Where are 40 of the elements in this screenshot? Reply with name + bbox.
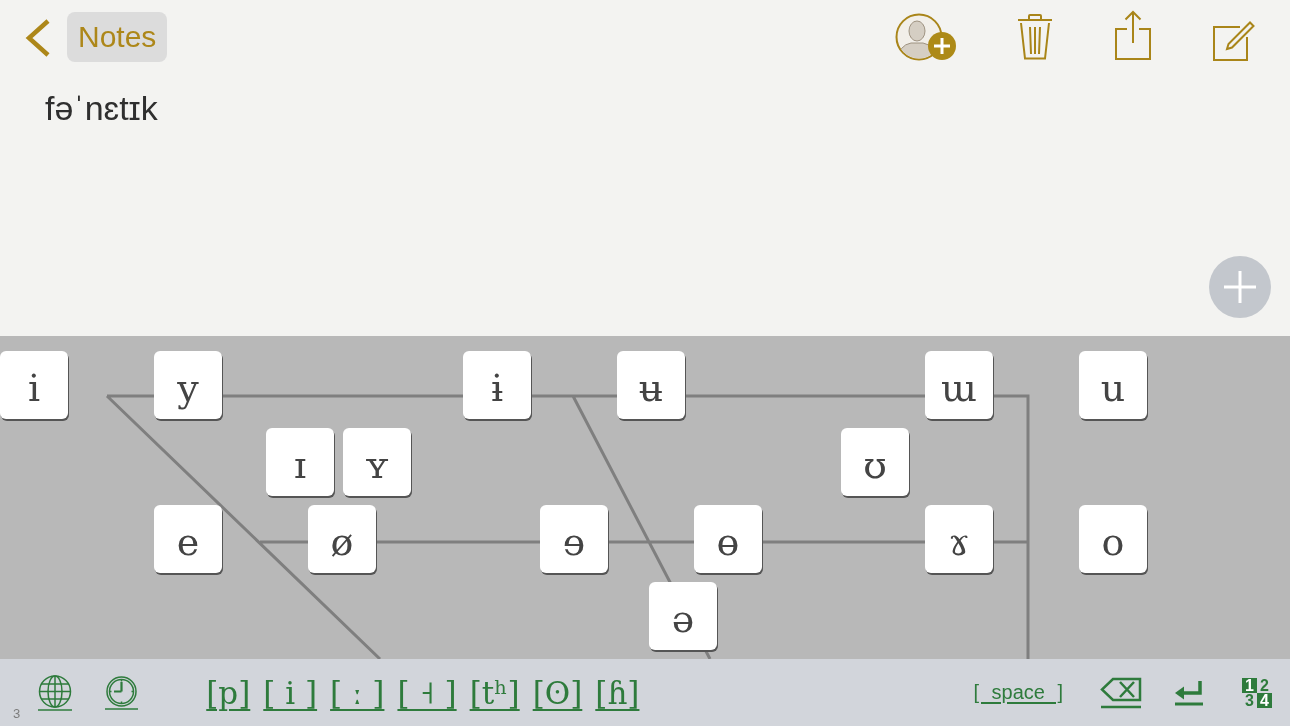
share-icon[interactable] — [1115, 9, 1151, 60]
number-label: 3 — [13, 706, 21, 721]
vowel-key[interactable]: ø — [308, 505, 376, 573]
key-digit: 4 — [1257, 692, 1272, 708]
return-icon[interactable] — [1174, 679, 1204, 706]
symbol-key[interactable]: [ɦ] — [595, 674, 640, 711]
symbol-key[interactable]: [ ˧ ] — [397, 674, 457, 711]
vowel-key[interactable]: ʊ — [841, 428, 909, 496]
backspace-icon[interactable] — [1100, 676, 1142, 709]
symbol-key[interactable]: [ ː ] — [330, 674, 385, 711]
vowel-key[interactable]: ɵ — [694, 505, 762, 573]
vowel-key[interactable]: ɘ — [540, 505, 608, 573]
vowel-key[interactable]: y — [154, 351, 222, 419]
vowel-key[interactable]: i — [0, 351, 68, 419]
vowel-key[interactable]: o — [1079, 505, 1147, 573]
symbol-key[interactable]: [ i ] — [263, 674, 318, 711]
clock-icon[interactable] — [104, 675, 140, 710]
symbol-key[interactable]: [ʘ] — [532, 674, 583, 711]
person-plus-icon[interactable] — [895, 13, 957, 61]
back-icon[interactable] — [25, 19, 51, 57]
vowel-key[interactable]: ʏ — [343, 428, 411, 496]
vowel-key[interactable]: ə — [649, 582, 717, 650]
vowel-key[interactable]: e — [154, 505, 222, 573]
key-digit: 2 — [1259, 677, 1270, 693]
vowel-key[interactable]: ɯ — [925, 351, 993, 419]
space-key[interactable]: [ space ] — [973, 681, 1063, 704]
trash-icon[interactable] — [1017, 14, 1053, 60]
symbol-key[interactable]: [p] — [206, 674, 251, 711]
vowel-key[interactable]: u — [1079, 351, 1147, 419]
vowel-key[interactable]: ɪ — [266, 428, 334, 496]
key-digit: 1 — [1242, 677, 1257, 693]
globe-icon[interactable] — [37, 674, 74, 711]
symbol-key[interactable]: [tʰ] — [469, 674, 520, 711]
vowel-key[interactable]: ɤ — [925, 505, 993, 573]
vowel-key[interactable]: ɨ — [463, 351, 531, 419]
note-text: fəˈnɛtɪk — [45, 88, 158, 129]
vowel-key[interactable]: ʉ — [617, 351, 685, 419]
numbers-key[interactable]: 1 2 3 4 — [1242, 677, 1272, 708]
plus-icon — [1224, 271, 1256, 303]
key-digit: 3 — [1244, 692, 1255, 708]
